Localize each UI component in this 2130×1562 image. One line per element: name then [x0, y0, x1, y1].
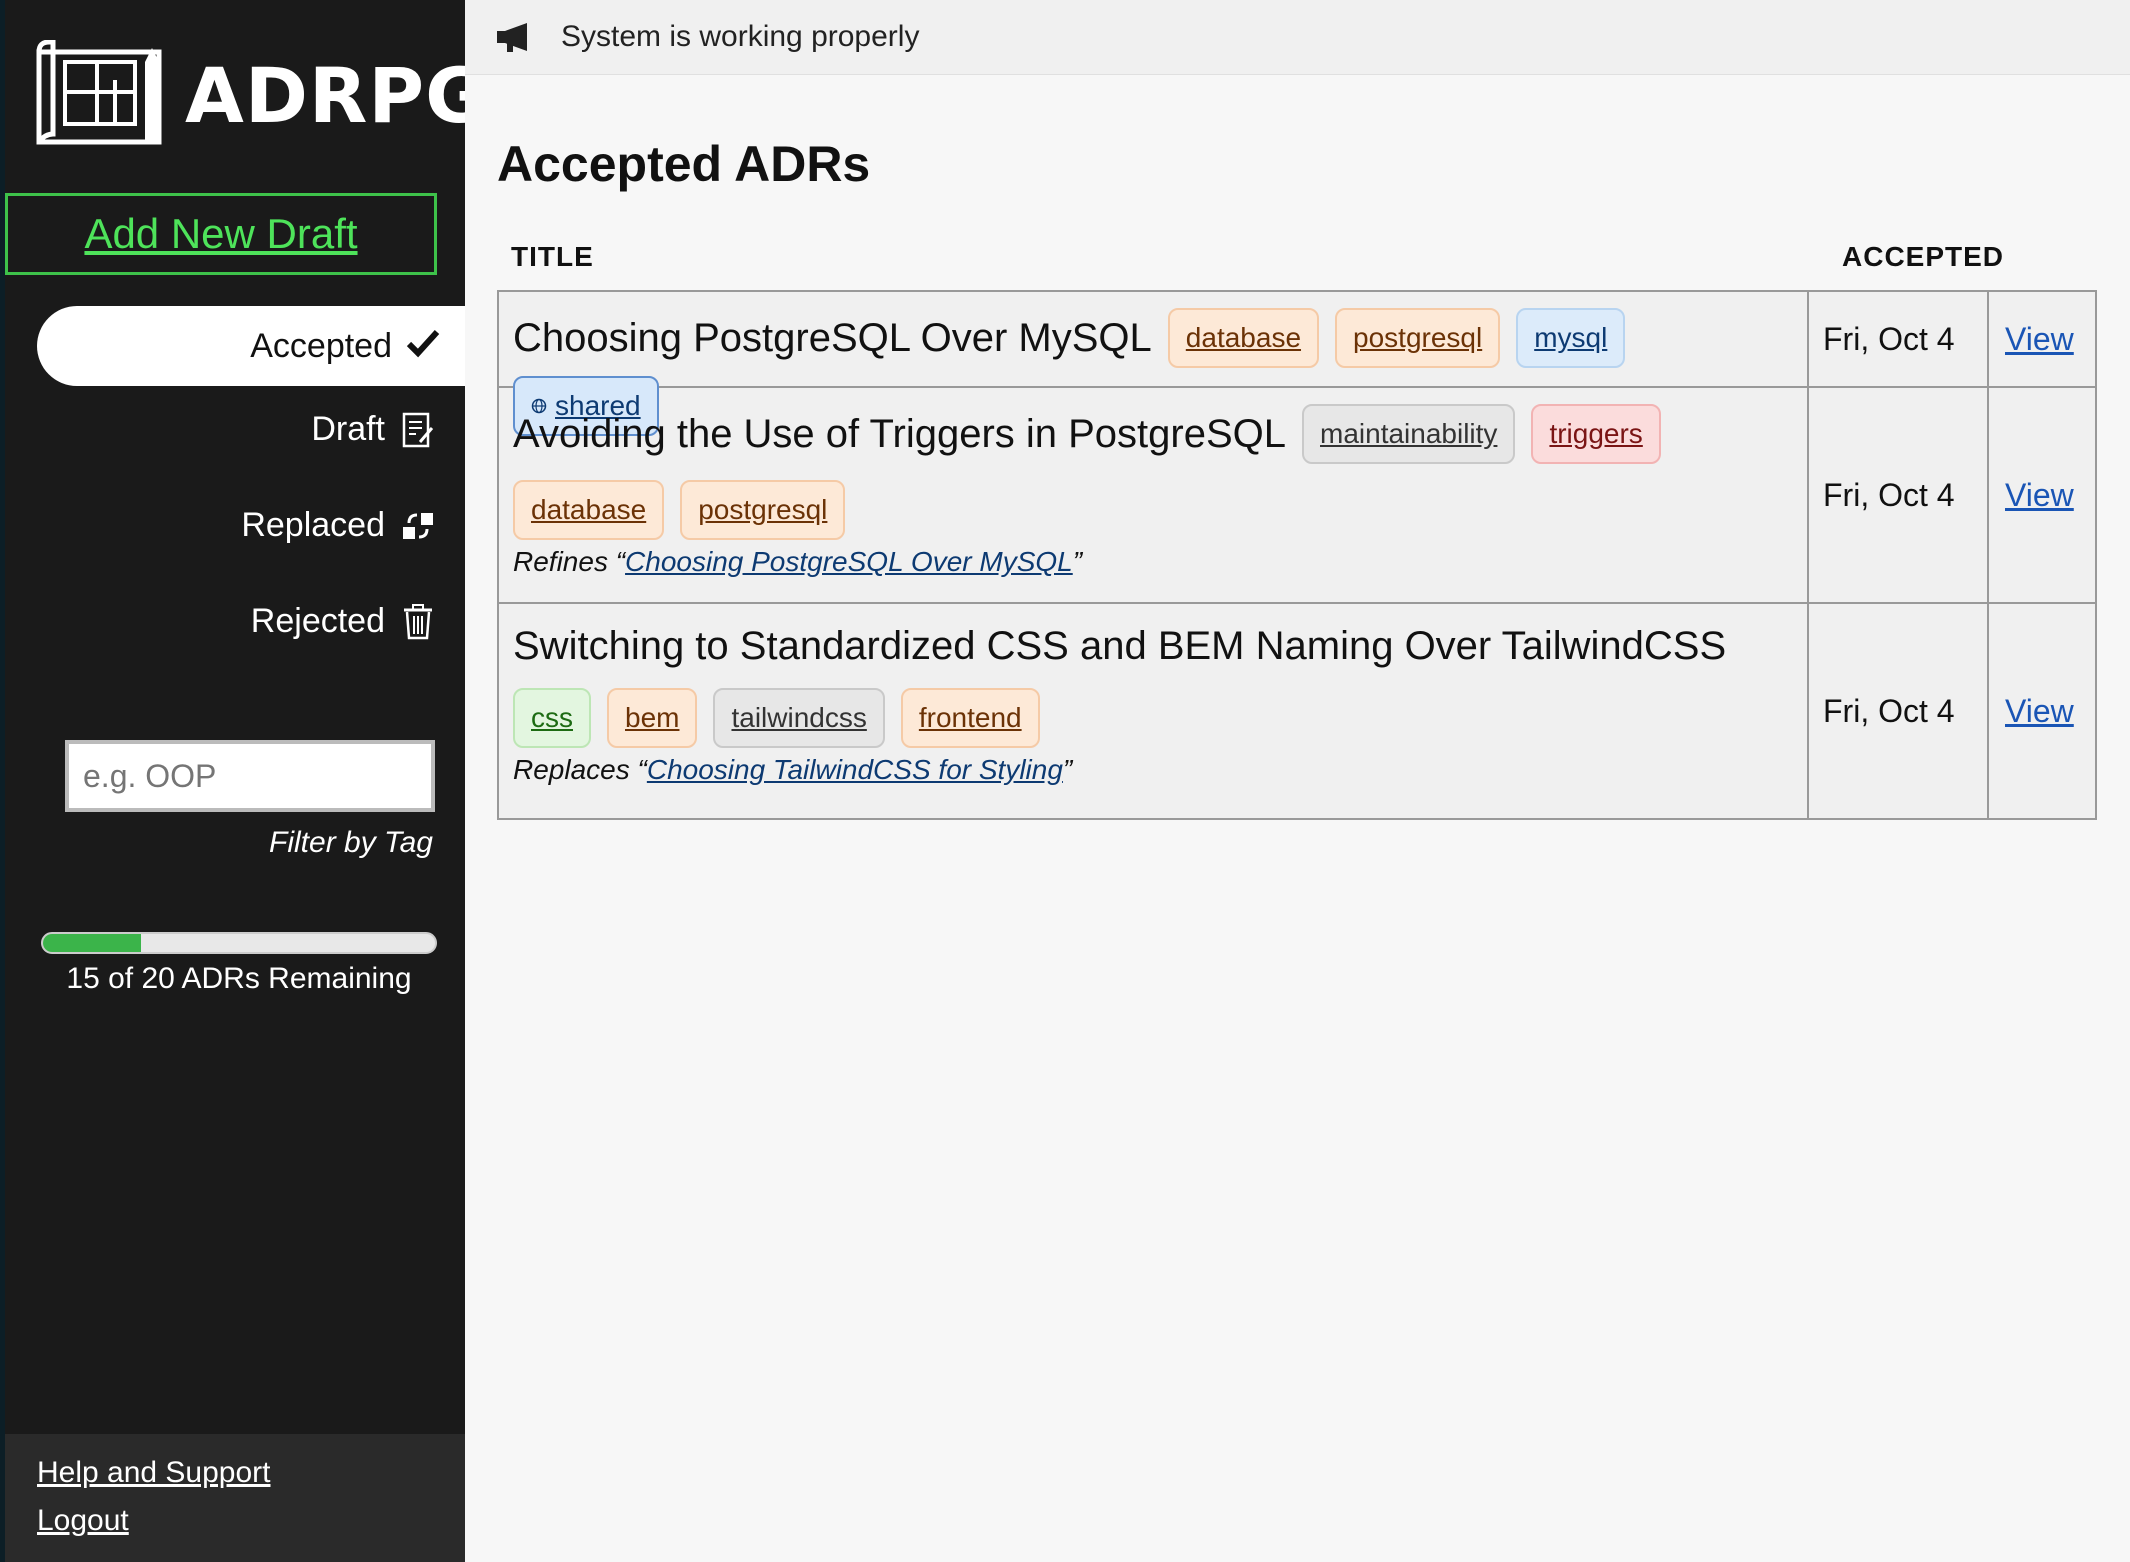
trash-icon [401, 603, 435, 639]
add-new-draft-button[interactable]: Add New Draft [5, 193, 437, 275]
adr-title: Choosing PostgreSQL Over MySQL [513, 316, 1152, 360]
accepted-date: Fri, Oct 4 [1809, 604, 1989, 818]
tag-bem[interactable]: bem [607, 688, 698, 748]
tag-mysql[interactable]: mysql [1516, 308, 1626, 368]
nav-item-label: Rejected [250, 602, 385, 640]
nav-item-label: Replaced [241, 506, 385, 544]
adr-quota-progress-bar [41, 932, 437, 954]
progress-text: 15 of 20 ADRs Remaining [66, 962, 412, 995]
megaphone-icon [497, 23, 527, 52]
add-new-draft-label: Add New Draft [84, 210, 358, 257]
main-content: Accepted ADRs TITLE ACCEPTED Choosing Po… [465, 75, 2130, 1562]
nav-item-draft[interactable]: Draft [311, 410, 435, 449]
relation-refines: Refines “Choosing PostgreSQL Over MySQL” [513, 546, 1793, 578]
adr-title: Switching to Standardized CSS and BEM Na… [513, 624, 1727, 668]
status-text: System is working properly [561, 20, 920, 53]
column-header-accepted[interactable]: ACCEPTED [1842, 241, 2004, 273]
logo[interactable]: ADRPG [35, 40, 489, 150]
title-cell: Avoiding the Use of Triggers in PostgreS… [499, 388, 1809, 602]
view-cell: View [1989, 292, 2095, 386]
tag-database[interactable]: database [1167, 308, 1320, 368]
relation-suffix: ” [1072, 546, 1083, 577]
accepted-date: Fri, Oct 4 [1809, 292, 1989, 386]
blueprint-logo-icon [36, 40, 162, 145]
related-adr-link[interactable]: Choosing TailwindCSS for Styling [647, 754, 1063, 785]
tag-css[interactable]: css [513, 688, 591, 748]
title-cell: Switching to Standardized CSS and BEM Na… [499, 604, 1809, 818]
relation-prefix: Refines “ [513, 546, 626, 577]
help-and-support-link[interactable]: Help and Support [37, 1456, 433, 1490]
relation-suffix: ” [1062, 754, 1073, 785]
sidebar-footer: Help and Support Logout [5, 1434, 465, 1562]
relation-replaces: Replaces “Choosing TailwindCSS for Styli… [513, 754, 1793, 786]
tag-maintainability[interactable]: maintainability [1302, 404, 1516, 464]
view-cell: View [1989, 604, 2095, 818]
tag-triggers[interactable]: triggers [1531, 404, 1661, 464]
table-row: Choosing PostgreSQL Over MySQL database … [499, 292, 2095, 436]
column-header-title[interactable]: TITLE [511, 241, 594, 273]
nav-item-label: Accepted [250, 326, 392, 365]
adr-table: Choosing PostgreSQL Over MySQL database … [497, 290, 2097, 820]
sidebar: ADRPG Add New Draft Accepted Draft Repla… [0, 0, 488, 1562]
nav-item-accepted[interactable]: Accepted [37, 306, 470, 386]
nav-item-label: Draft [311, 410, 385, 448]
tag-tailwindcss[interactable]: tailwindcss [713, 688, 885, 748]
relation-prefix: Replaces “ [513, 754, 647, 785]
tag-filter-input[interactable] [65, 740, 435, 812]
table-row: Avoiding the Use of Triggers in PostgreS… [499, 388, 2095, 604]
logout-link[interactable]: Logout [37, 1504, 433, 1538]
draft-doc-icon [401, 412, 435, 447]
status-banner: System is working properly [465, 0, 2130, 75]
title-cell: Choosing PostgreSQL Over MySQL database … [499, 292, 1809, 436]
tag-frontend[interactable]: frontend [900, 688, 1040, 748]
filter-by-tag-label: Filter by Tag [269, 826, 433, 859]
related-adr-link[interactable]: Choosing PostgreSQL Over MySQL [625, 546, 1073, 577]
adr-title: Avoiding the Use of Triggers in PostgreS… [513, 412, 1287, 456]
table-row: Switching to Standardized CSS and BEM Na… [499, 604, 2095, 820]
checkmark-icon [406, 325, 440, 368]
progress-fill [43, 934, 141, 952]
replace-icon [401, 509, 435, 543]
accepted-date: Fri, Oct 4 [1809, 388, 1989, 602]
logo-text: ADRPG [185, 50, 489, 140]
tag-postgresql[interactable]: postgresql [1335, 308, 1501, 368]
nav-item-rejected[interactable]: Rejected [251, 602, 435, 641]
view-link[interactable]: View [2005, 693, 2074, 730]
view-link[interactable]: View [2005, 321, 2074, 358]
page-title: Accepted ADRs [497, 136, 871, 192]
nav-item-replaced[interactable]: Replaced [241, 506, 435, 545]
tag-database[interactable]: database [513, 480, 665, 540]
tag-postgresql[interactable]: postgresql [680, 480, 846, 540]
view-cell: View [1989, 388, 2095, 602]
view-link[interactable]: View [2005, 477, 2074, 514]
